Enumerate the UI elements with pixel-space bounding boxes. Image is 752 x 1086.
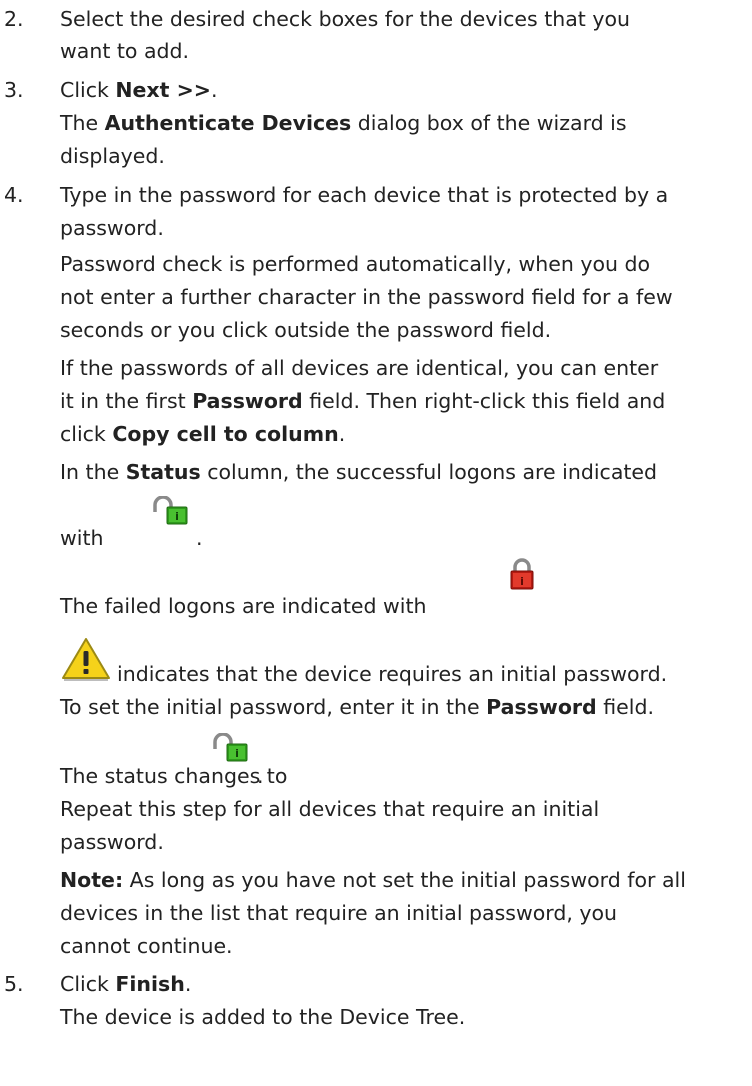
step-text: want to add. bbox=[60, 39, 190, 63]
step-text: Password check is performed automaticall… bbox=[60, 252, 651, 276]
ui-term: Status bbox=[125, 460, 201, 484]
locked-padlock-icon: i bbox=[510, 558, 534, 590]
step-text: with bbox=[60, 526, 104, 550]
ui-term: Authenticate Devices bbox=[104, 111, 352, 135]
warning-triangle-icon bbox=[62, 638, 110, 681]
step-text: displayed. bbox=[60, 144, 165, 168]
step-text: indicates that the device requires an in… bbox=[117, 662, 668, 686]
step-text: . bbox=[196, 526, 203, 550]
ui-term: Password bbox=[486, 695, 597, 719]
step-number: 4. bbox=[4, 183, 24, 207]
step-text: Select the desired check boxes for the d… bbox=[60, 7, 631, 31]
unlocked-padlock-icon: i bbox=[213, 733, 248, 762]
step-text: The status changes to bbox=[60, 764, 288, 788]
unlocked-padlock-icon: i bbox=[153, 496, 188, 525]
ui-term: Copy cell to column bbox=[112, 422, 339, 446]
step-text: To set the initial password, enter it in… bbox=[60, 695, 654, 719]
svg-text:i: i bbox=[520, 575, 524, 588]
step-text: The Authenticate Devices dialog box of t… bbox=[60, 111, 627, 135]
step-number: 2. bbox=[4, 7, 24, 31]
step-text: seconds or you click outside the passwor… bbox=[60, 318, 552, 342]
step-text: devices in the list that require an init… bbox=[60, 901, 618, 925]
svg-text:i: i bbox=[175, 510, 179, 523]
ui-term: Password bbox=[192, 389, 303, 413]
step-text: If the passwords of all devices are iden… bbox=[60, 356, 659, 380]
step-text: The failed logons are indicated with bbox=[60, 594, 427, 618]
step-text: click Copy cell to column. bbox=[60, 422, 346, 446]
step-text: Repeat this step for all devices that re… bbox=[60, 797, 600, 821]
step-text: The device is added to the Device Tree. bbox=[60, 1005, 466, 1029]
step-text: it in the first Password field. Then rig… bbox=[60, 389, 666, 413]
step-text: Note: As long as you have not set the in… bbox=[60, 868, 686, 892]
step-number: 5. bbox=[4, 972, 24, 996]
step-text: not enter a further character in the pas… bbox=[60, 285, 673, 309]
step-text: password. bbox=[60, 216, 164, 240]
ui-term: Finish bbox=[115, 972, 185, 996]
document-page: { "steps": [ { "number": "2.", "lines": … bbox=[0, 0, 752, 1086]
step-text: Click Next >>. bbox=[60, 78, 218, 102]
step-text: password. bbox=[60, 830, 164, 854]
step-text: cannot continue. bbox=[60, 934, 233, 958]
step-text: . bbox=[257, 764, 264, 788]
step-number: 3. bbox=[4, 78, 24, 102]
ui-term: Next >> bbox=[115, 78, 211, 102]
note-label: Note: bbox=[60, 868, 124, 892]
step-text: Type in the password for each device tha… bbox=[60, 183, 669, 207]
svg-text:i: i bbox=[235, 747, 239, 760]
step-text: In the Status column, the successful log… bbox=[60, 460, 658, 484]
step-text: Click Finish. bbox=[60, 972, 192, 996]
